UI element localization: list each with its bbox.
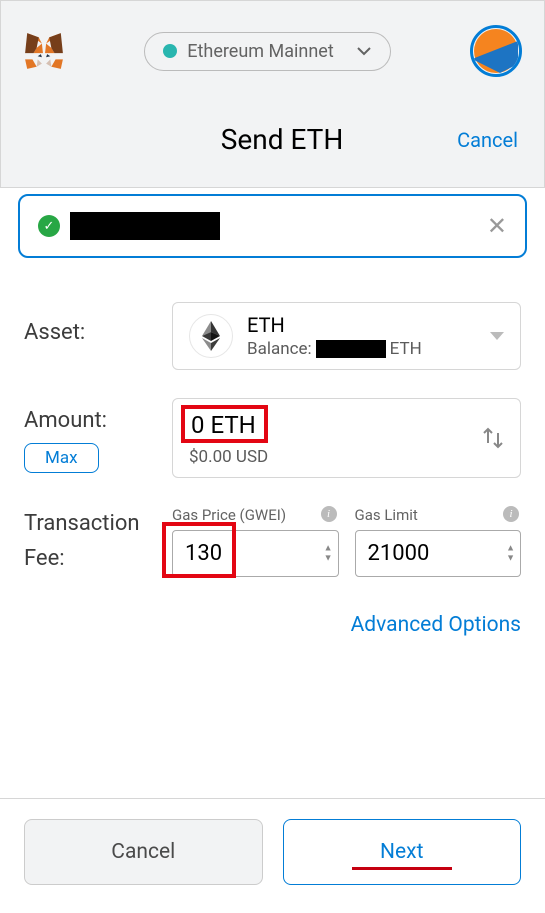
amount-highlight-annotation: 0 ETH xyxy=(181,405,268,443)
recipient-address-redacted xyxy=(70,212,220,240)
eth-icon xyxy=(189,314,233,358)
dropdown-caret-icon xyxy=(490,332,504,340)
metamask-fox-logo xyxy=(23,30,65,72)
footer: Cancel Next xyxy=(0,798,545,913)
advanced-options-link[interactable]: Advanced Options xyxy=(24,613,521,637)
asset-selector[interactable]: ETH Balance: ETH xyxy=(172,302,521,370)
recipient-display: ✓ xyxy=(38,212,220,240)
main-form: Asset: ETH Balance: ETH xyxy=(0,258,545,637)
recipient-input[interactable]: ✓ ✕ xyxy=(18,194,527,258)
chevron-down-icon xyxy=(356,46,372,56)
spinner-arrows[interactable]: ▲▼ xyxy=(506,544,515,563)
balance-redacted xyxy=(316,340,386,358)
account-avatar-icon xyxy=(474,29,518,73)
balance-line: Balance: ETH xyxy=(247,339,504,359)
network-label: Ethereum Mainnet xyxy=(187,41,333,62)
spinner-arrows[interactable]: ▲▼ xyxy=(324,544,333,563)
gas-price-input[interactable] xyxy=(172,530,339,577)
check-circle-icon: ✓ xyxy=(38,215,60,237)
page-title: Send ETH xyxy=(107,123,457,156)
network-status-dot xyxy=(163,44,177,58)
amount-row: Amount: Max 0 ETH $0.00 USD xyxy=(24,398,521,478)
amount-value: 0 ETH xyxy=(191,411,256,439)
balance-suffix: ETH xyxy=(390,339,422,359)
gas-limit-label: Gas Limit xyxy=(355,506,522,524)
next-button-label: Next xyxy=(380,840,423,864)
next-underline-annotation xyxy=(352,867,452,870)
amount-input[interactable]: 0 ETH $0.00 USD xyxy=(172,398,521,478)
gas-inputs: Gas Price (GWEI) i ▲▼ Gas Limit i ▲▼ xyxy=(172,506,521,577)
swap-vertical-icon[interactable] xyxy=(482,425,504,451)
network-selector[interactable]: Ethereum Mainnet xyxy=(144,32,390,71)
asset-info: ETH Balance: ETH xyxy=(247,313,504,359)
info-icon[interactable]: i xyxy=(503,506,519,522)
info-icon[interactable]: i xyxy=(321,506,337,522)
balance-label: Balance: xyxy=(247,339,312,359)
cancel-button[interactable]: Cancel xyxy=(24,819,263,885)
header-top-row: Ethereum Mainnet xyxy=(23,19,522,83)
gas-price-column: Gas Price (GWEI) i ▲▼ xyxy=(172,506,339,577)
gas-limit-input[interactable] xyxy=(355,530,522,577)
amount-label: Amount: xyxy=(24,398,172,433)
gas-price-label: Gas Price (GWEI) xyxy=(172,506,339,524)
amount-usd: $0.00 USD xyxy=(189,447,504,467)
asset-row: Asset: ETH Balance: ETH xyxy=(24,302,521,370)
account-menu[interactable] xyxy=(470,25,522,77)
asset-label: Asset: xyxy=(24,302,172,345)
max-button[interactable]: Max xyxy=(24,443,99,473)
transaction-fee-row: Transaction Fee: Gas Price (GWEI) i ▲▼ G… xyxy=(24,506,521,577)
gas-limit-column: Gas Limit i ▲▼ xyxy=(355,506,522,577)
next-button[interactable]: Next xyxy=(283,819,522,885)
clear-recipient-icon[interactable]: ✕ xyxy=(487,212,507,240)
header-bar: Ethereum Mainnet Send ETH Cancel xyxy=(0,0,545,188)
asset-symbol: ETH xyxy=(247,313,504,337)
cancel-link[interactable]: Cancel xyxy=(457,128,518,152)
title-row: Send ETH Cancel xyxy=(23,123,522,156)
transaction-fee-label: Transaction Fee: xyxy=(24,506,172,576)
